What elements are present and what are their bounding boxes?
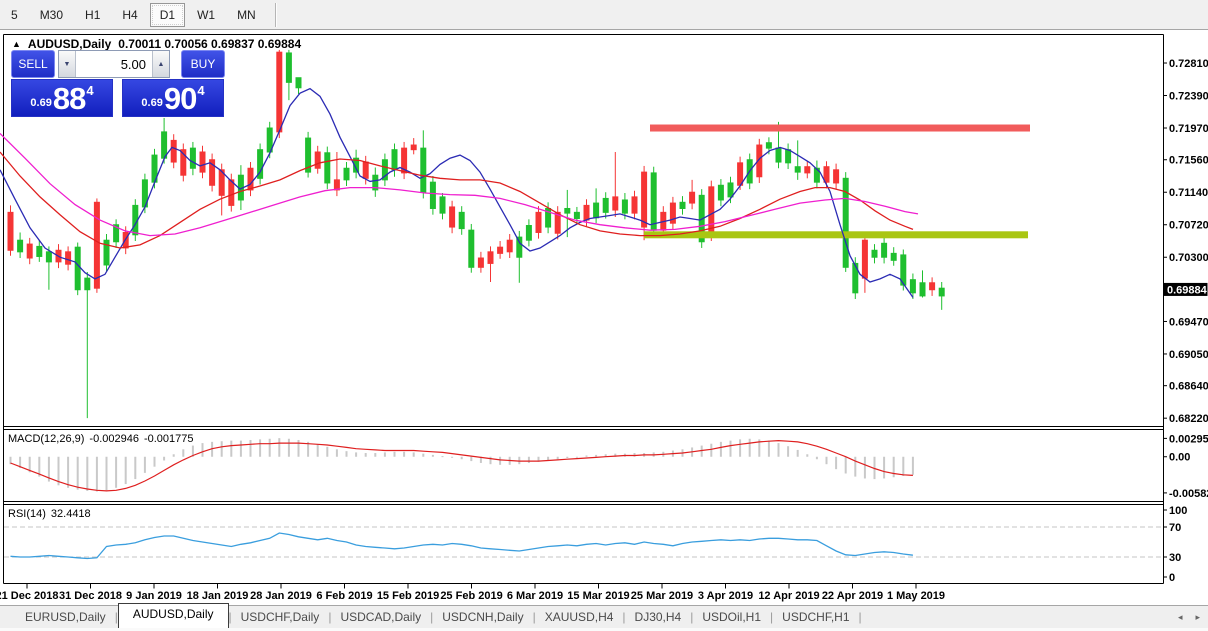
volume-increase-icon[interactable]: ▲ [152,51,169,77]
svg-text:0.71970: 0.71970 [1169,123,1208,135]
svg-text:100: 100 [1169,505,1187,517]
svg-text:0.69884: 0.69884 [1167,284,1208,296]
svg-text:-0.005825: -0.005825 [1169,488,1208,500]
svg-text:6 Mar 2019: 6 Mar 2019 [507,590,563,602]
svg-text:0.71140: 0.71140 [1169,187,1208,199]
svg-text:0.00: 0.00 [1169,452,1190,464]
svg-text:30: 30 [1169,552,1181,564]
macd-main-value: -0.002946 [89,433,139,445]
volume-input[interactable]: 5.00 [76,51,152,77]
macd-name: MACD(12,26,9) [8,433,85,445]
ma-fast [0,87,914,298]
chart-title: ▲ AUDUSD,Daily 0.70011 0.70056 0.69837 0… [12,37,301,51]
trading-terminal-window: { "toolbar": { "timeframes": [ {"label":… [0,0,1208,631]
svg-text:0.68220: 0.68220 [1169,413,1208,425]
ma-layer [0,87,919,298]
bid-price-big: 88 [52,81,86,116]
svg-text:0.69470: 0.69470 [1169,316,1208,328]
svg-text:0.69050: 0.69050 [1169,349,1208,361]
svg-text:0.72810: 0.72810 [1169,58,1208,70]
svg-text:12 Apr 2019: 12 Apr 2019 [758,590,819,602]
svg-text:31 Dec 2018: 31 Dec 2018 [59,590,122,602]
svg-text:1 May 2019: 1 May 2019 [887,590,945,602]
svg-text:3 Apr 2019: 3 Apr 2019 [698,590,753,602]
sell-button[interactable]: SELL [11,50,55,78]
svg-text:25 Feb 2019: 25 Feb 2019 [440,590,502,602]
bid-price-pip: 4 [86,83,94,98]
rsi-panel [4,526,1162,560]
svg-text:0.70300: 0.70300 [1169,252,1208,264]
ask-price-box[interactable]: 0.69 90 4 [122,79,224,117]
svg-text:0: 0 [1169,572,1175,584]
svg-text:15 Mar 2019: 15 Mar 2019 [567,590,629,602]
rsi-name: RSI(14) [8,508,46,520]
ask-price-prefix: 0.69 [141,97,163,109]
hline-resistance[interactable] [650,124,1030,132]
rsi-value: 32.4418 [50,508,91,520]
bid-price-box[interactable]: 0.69 88 4 [11,79,113,117]
svg-text:0.70720: 0.70720 [1169,220,1208,232]
time-axis: 21 Dec 2018 31 Dec 2018 9 Jan 2019 18 Jan 2… [0,583,945,602]
buy-button[interactable]: BUY [181,50,225,78]
svg-text:0.71560: 0.71560 [1169,155,1208,167]
svg-text:28 Jan 2019: 28 Jan 2019 [250,590,312,602]
svg-text:0.002957: 0.002957 [1169,433,1208,445]
ask-price-pip: 4 [197,83,205,98]
svg-text:15 Feb 2019: 15 Feb 2019 [377,590,439,602]
svg-text:70: 70 [1169,522,1181,534]
hline-support[interactable] [644,231,1028,239]
volume-decrease-icon[interactable]: ▼ [59,51,76,77]
bid-price-prefix: 0.69 [30,97,52,109]
svg-text:25 Mar 2019: 25 Mar 2019 [631,590,693,602]
collapse-arrow-icon[interactable]: ▲ [12,39,21,49]
svg-text:22 Apr 2019: 22 Apr 2019 [822,590,883,602]
ohlc-values: 0.70011 0.70056 0.69837 0.69884 [118,37,302,51]
macd-panel [9,438,914,492]
symbol-period-label: AUDUSD,Daily [27,37,112,51]
price-axis: 0.72810 0.72390 0.71970 0.71560 0.71140 0.707… [1163,58,1208,584]
one-click-trade-panel: SELL ▼ 5.00 ▲ BUY 0.69 88 4 0.69 90 4 [11,50,225,117]
volume-stepper: ▼ 5.00 ▲ [58,50,170,78]
svg-text:18 Jan 2019: 18 Jan 2019 [187,590,249,602]
svg-text:0.72390: 0.72390 [1169,91,1208,103]
svg-text:0.68640: 0.68640 [1169,381,1208,393]
macd-indicator-label: MACD(12,26,9) -0.002946 -0.001775 [8,433,194,445]
svg-text:21 Dec 2018: 21 Dec 2018 [0,590,59,602]
rsi-indicator-label: RSI(14) 32.4418 [8,508,91,520]
svg-text:6 Feb 2019: 6 Feb 2019 [316,590,372,602]
svg-text:9 Jan 2019: 9 Jan 2019 [126,590,182,602]
ask-price-big: 90 [163,81,197,116]
macd-signal-value: -0.001775 [143,433,194,445]
